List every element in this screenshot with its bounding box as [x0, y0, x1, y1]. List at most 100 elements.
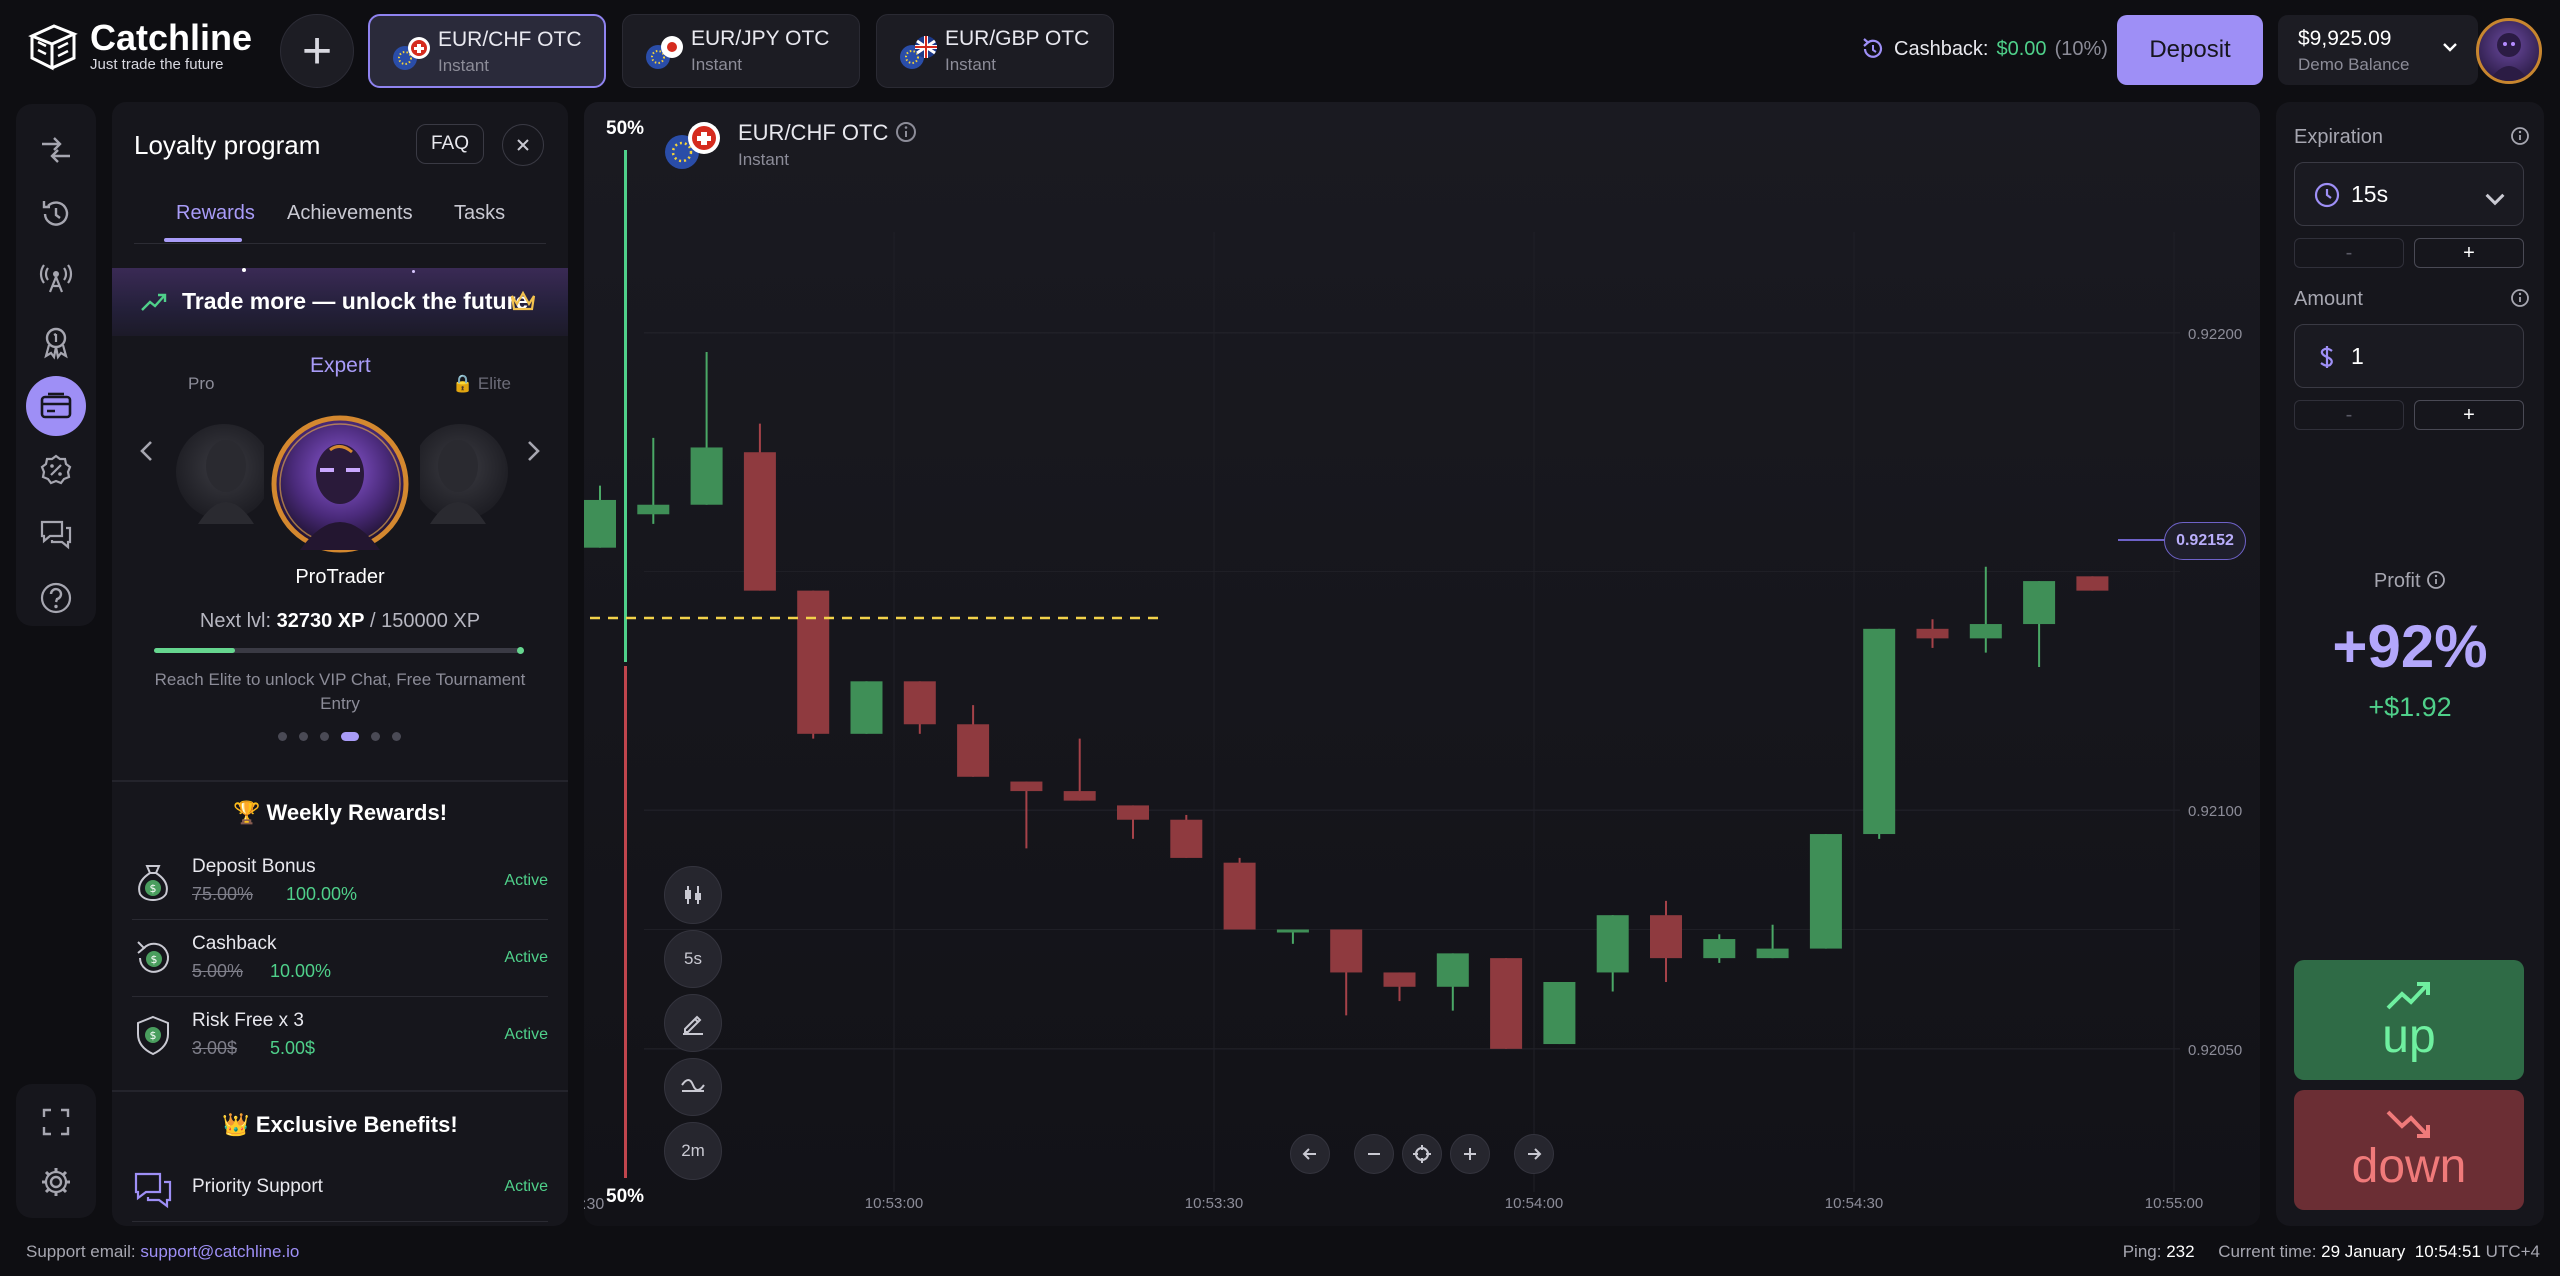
plus-icon	[1464, 1148, 1476, 1160]
fullscreen-button[interactable]	[26, 1092, 86, 1152]
logo[interactable]: Catchline Just trade the future	[26, 20, 252, 74]
sparkle	[242, 268, 246, 272]
expiration-plus-button[interactable]: +	[2414, 238, 2524, 268]
expiration-value: 15s	[2351, 181, 2389, 207]
cashback-info[interactable]: Cashback: $0.00 (10%)	[1860, 36, 2108, 62]
crown-icon: 👑	[222, 1112, 250, 1137]
carousel-dot[interactable]	[278, 732, 287, 741]
tab-achievements[interactable]: Achievements	[287, 202, 413, 225]
info-icon[interactable]	[2426, 570, 2446, 590]
info-icon[interactable]	[2510, 126, 2530, 146]
sidebar-item-history[interactable]	[26, 184, 86, 244]
candle-up	[637, 504, 670, 515]
zoom-out-button[interactable]	[1354, 1134, 1394, 1174]
amount-plus-button[interactable]: +	[2414, 400, 2524, 430]
scroll-right-button[interactable]	[1514, 1134, 1554, 1174]
candle-down	[1117, 805, 1149, 820]
faq-button[interactable]: FAQ	[416, 124, 484, 164]
sidebar-item-promo[interactable]	[26, 440, 86, 500]
clock-icon	[2314, 182, 2340, 208]
expiration-time-button[interactable]: 2m	[664, 1122, 722, 1180]
candle-up	[1756, 948, 1789, 959]
x-tick-label: 10:53:00	[865, 1195, 923, 1212]
zoom-in-button[interactable]	[1450, 1134, 1490, 1174]
trophy-icon: 🏆	[232, 800, 261, 825]
sidebar-item-signals[interactable]	[26, 248, 86, 308]
up-button[interactable]: up	[2294, 960, 2524, 1080]
carousel-dot[interactable]	[299, 732, 308, 741]
candle-down	[1170, 819, 1203, 858]
weekly-rewards-label: Weekly Rewards!	[266, 800, 448, 825]
carousel-prev-button[interactable]	[132, 436, 162, 466]
dollar-icon	[2320, 346, 2333, 368]
trend-down-icon	[2386, 1110, 2430, 1138]
center-button[interactable]	[1402, 1134, 1442, 1174]
drawing-button[interactable]	[664, 994, 722, 1052]
ping-label: Ping:	[2122, 1242, 2162, 1261]
tab-pair: EUR/JPY OTC	[691, 27, 830, 50]
amount-minus-button[interactable]: -	[2294, 400, 2404, 430]
svg-text:$: $	[150, 882, 157, 895]
sidebar-item-loyalty[interactable]	[26, 376, 86, 436]
tab-tasks[interactable]: Tasks	[454, 202, 505, 225]
exclusive-benefits-title: 👑 Exclusive Benefits!	[112, 1112, 568, 1138]
carousel-dot[interactable]	[371, 732, 380, 741]
sidebar-item-tournaments[interactable]	[26, 312, 86, 372]
reward-cashback: $ Cashback 5.00% 10.00% Active	[132, 921, 548, 997]
candle-down	[1010, 781, 1043, 792]
avatar[interactable]	[2476, 18, 2542, 84]
amount-input[interactable]: 1	[2294, 324, 2524, 388]
tier-prev: Pro	[188, 374, 215, 393]
tab-eur-chf[interactable]: EUR/CHF OTC Instant	[368, 14, 606, 88]
info-icon[interactable]	[894, 120, 918, 144]
info-icon[interactable]	[2510, 288, 2530, 308]
candle-up	[1703, 939, 1736, 959]
candle-up	[1543, 982, 1576, 1045]
candle-down	[1223, 862, 1256, 930]
tab-pair: EUR/GBP OTC	[945, 27, 1090, 50]
carousel-next-button[interactable]	[518, 436, 548, 466]
tab-eur-gbp[interactable]: EUR/GBP OTC Instant	[876, 14, 1114, 88]
down-button[interactable]: down	[2294, 1090, 2524, 1210]
pencil-icon	[683, 1015, 703, 1035]
sidebar-item-help[interactable]	[26, 568, 86, 628]
add-tab-button[interactable]: +	[280, 14, 354, 88]
collapse-arrows-icon	[42, 137, 70, 163]
carousel-dot[interactable]	[320, 732, 329, 741]
candle-up	[1276, 929, 1309, 933]
expiration-select[interactable]: 15s	[2294, 162, 2524, 226]
profit-label-text: Profit	[2373, 570, 2421, 592]
scroll-left-button[interactable]	[1290, 1134, 1330, 1174]
reward-new-value: 100.00%	[286, 884, 358, 904]
price-chart[interactable]: 0.92200 0.92100 0.92050 10:53:00 10:53:30 10:…	[584, 102, 2260, 1226]
sidebar-item-collapse[interactable]	[26, 120, 86, 180]
reward-old-value: 75.00%	[192, 884, 254, 904]
support-email-link[interactable]: support@catchline.io	[140, 1242, 299, 1261]
trend-up-icon	[2386, 982, 2430, 1010]
balance-value: $9,925.09	[2298, 27, 2392, 50]
expiration-minus-button[interactable]: -	[2294, 238, 2404, 268]
loyalty-title: Loyalty program	[134, 130, 321, 160]
close-button[interactable]	[502, 124, 544, 166]
carousel-dot-active[interactable]	[341, 732, 359, 741]
tab-rewards[interactable]: Rewards	[176, 202, 255, 225]
settings-button[interactable]	[26, 1152, 86, 1212]
timeframe-button[interactable]: 5s	[664, 930, 722, 988]
candle-down	[903, 681, 936, 725]
carousel-dot[interactable]	[392, 732, 401, 741]
x-tick-label: 10:54:30	[1825, 1195, 1883, 1212]
balance-selector[interactable]: $9,925.09 Demo Balance	[2278, 15, 2478, 85]
divider	[112, 1090, 568, 1092]
sidebar-item-chat[interactable]	[26, 504, 86, 564]
indicators-button[interactable]	[664, 1058, 722, 1116]
deposit-button[interactable]: Deposit	[2117, 15, 2263, 85]
cashback-icon: $	[137, 941, 169, 973]
down-label: down	[2351, 1140, 2467, 1193]
chart-area[interactable]: 0.92200 0.92100 0.92050 10:53:00 10:53:30 10:…	[584, 102, 2260, 1226]
chart-type-button[interactable]	[664, 866, 722, 924]
character-main-icon	[271, 415, 409, 553]
tab-eur-jpy[interactable]: EUR/JPY OTC Instant	[622, 14, 860, 88]
reward-deposit-bonus: $ Deposit Bonus 75.00% 100.00% Active	[132, 844, 548, 920]
eur-chf-flags-icon	[393, 37, 430, 70]
eur-jpy-flags-icon	[646, 36, 683, 69]
